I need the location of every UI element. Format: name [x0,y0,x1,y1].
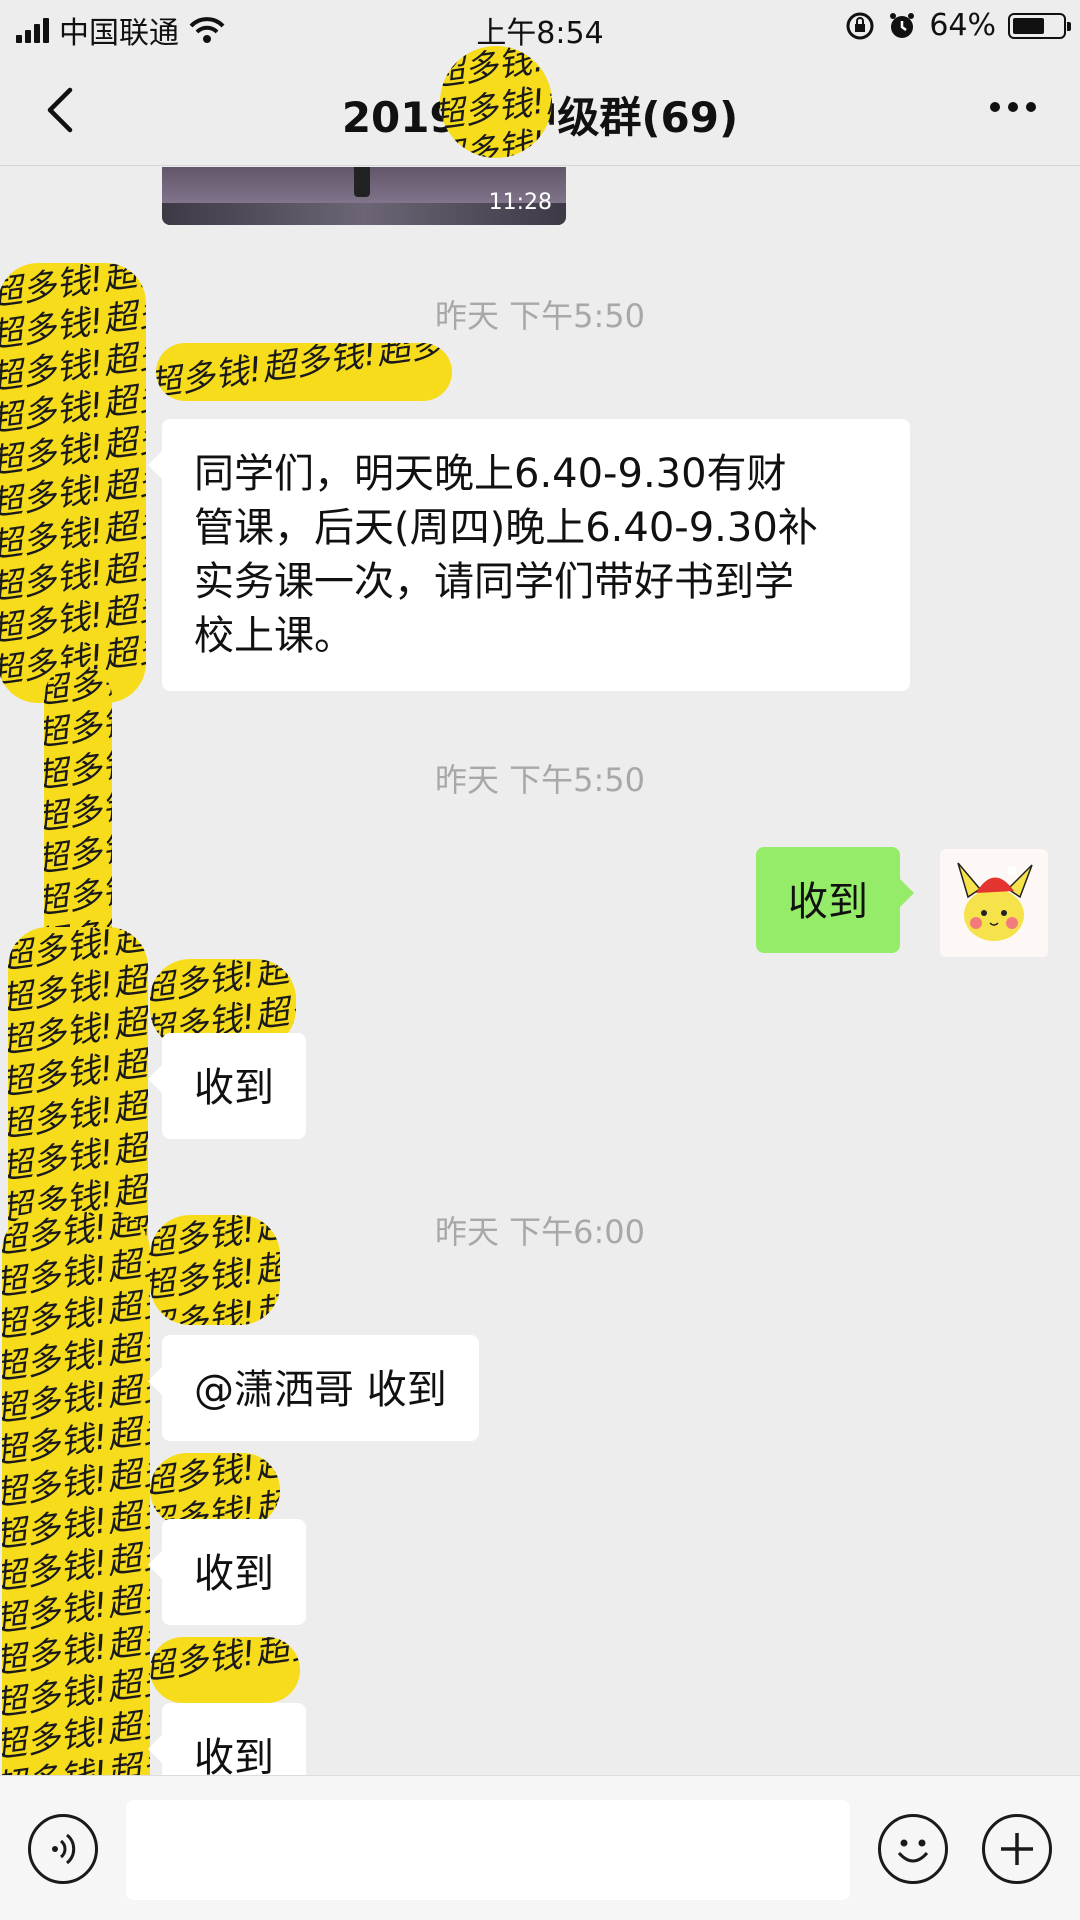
avatar[interactable] [940,849,1048,957]
emoji-icon[interactable] [878,1814,948,1884]
message-bubble[interactable]: 收到 [148,1033,306,1139]
redaction-patch: 超多钱!超多钱!超多钱! [150,1637,300,1703]
battery-percent: 64% [929,8,996,43]
input-bar [0,1775,1080,1920]
message-text-line: 校上课。 [194,613,354,659]
message-text: 收到 [194,1735,274,1775]
message-bubble[interactable]: 同学们，明天晚上6.40-9.30有财 管课，后天(周四)晚上6.40-9.30… [148,419,910,691]
video-message[interactable]: 11:28 [162,167,566,225]
message-bubble[interactable]: 收到 [148,1519,306,1625]
redaction-patch: 超多钱!超多钱!超多钱! 超多钱!超多钱!超多钱! 超多钱!超多钱!超多钱! 超多钱!… [0,263,146,703]
message-text: 收到 [788,879,868,925]
redaction-patch: 超多钱!超多钱!超多钱! 超多钱!超多钱!超多钱! 超多钱!超多钱!超多钱! 超多钱!… [2,1211,150,1775]
redaction-patch: 超多钱!超多钱!超多钱! [156,343,452,401]
message-bubble[interactable]: @潇洒哥 收到 [148,1335,479,1441]
battery-icon [1008,12,1071,39]
voice-icon[interactable] [28,1814,98,1884]
alarm-icon [890,12,915,38]
timestamp: 昨天 下午5:50 [434,761,646,799]
rotation-lock-icon [846,12,874,39]
message-text-line: 同学们，明天晚上6.40-9.30有财 [194,451,787,497]
more-icon[interactable] [990,102,1036,112]
message-list[interactable]: 11:28 昨天 下午5:50 超多钱!超多钱!超多钱! 超多钱!超多钱!超多钱!… [0,167,1080,1775]
redaction-patch: 超多钱!超多钱!超多钱! 超多钱!超多钱!超多钱! 超多钱!超多钱!超多钱! [150,1215,280,1325]
message-text: 收到 [194,1551,274,1597]
nav-bar: 2019年 中级群(69) 超多钱!超多钱!超多钱! 超多钱!超多钱!超多钱! 超多… [0,46,1080,166]
message-text-line: 实务课一次，请同学们带好书到学 [194,559,794,605]
message-input[interactable] [126,1800,850,1900]
message-bubble-self[interactable]: 收到 [756,847,914,953]
redaction-patch: 超多钱!超多钱!超多钱! 超多钱!超多钱!超多钱! 超多钱!超多钱!超多钱! [440,46,552,158]
message-text: 收到 [194,1065,274,1111]
video-duration: 11:28 [488,190,552,215]
message-bubble[interactable]: 收到 [148,1703,306,1775]
message-text-line: 管课，后天(周四)晚上6.40-9.30补 [194,505,818,551]
redaction-patch: 超多钱!超多钱!超多钱! 超多钱!超多钱!超多钱! [150,1453,280,1527]
timestamp: 昨天 下午5:50 [434,297,646,335]
plus-icon[interactable] [982,1814,1052,1884]
message-text: @潇洒哥 收到 [194,1367,447,1413]
